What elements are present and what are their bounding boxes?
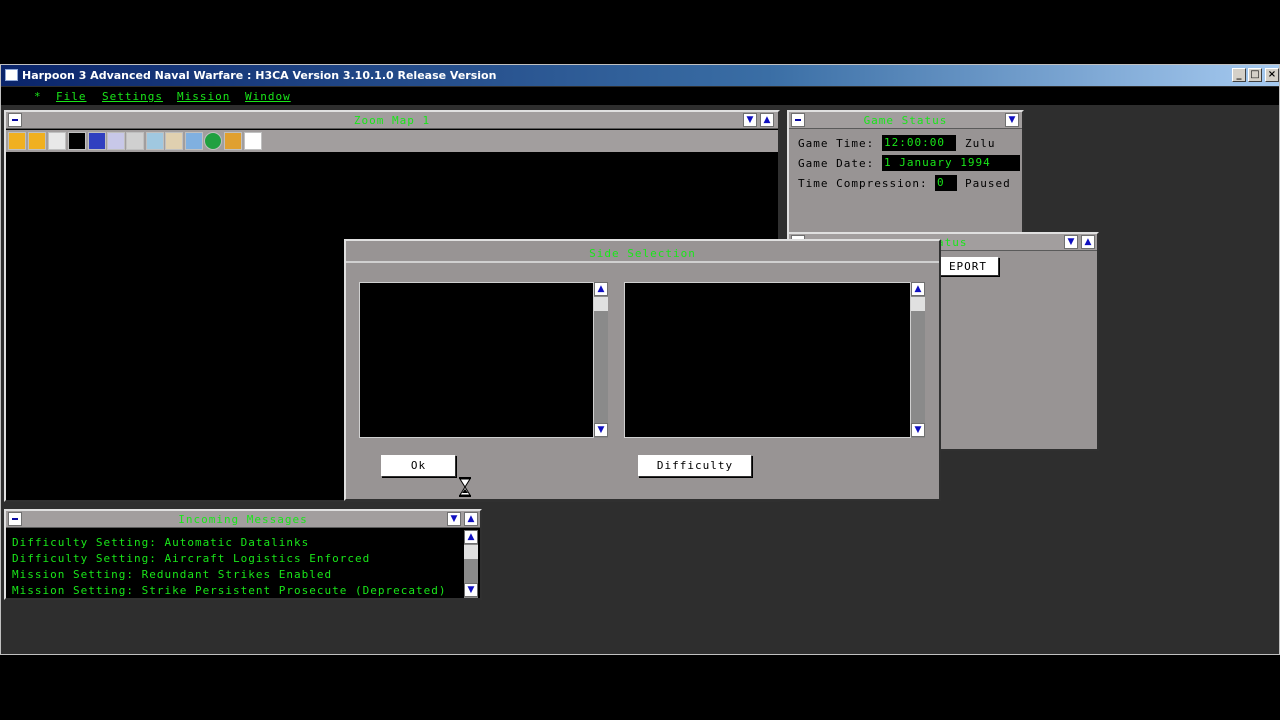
close-button[interactable]: ×	[1265, 68, 1279, 82]
zoom-fit-icon[interactable]	[48, 132, 66, 150]
menu-bar: * File Settings Mission Window	[1, 87, 1279, 105]
messages-maximize-icon[interactable]: ▲	[464, 512, 478, 526]
side-list-left-scroll-down[interactable]: ▼	[594, 423, 608, 437]
side-list-left[interactable]	[359, 282, 594, 438]
side-list-left-scroll-thumb[interactable]	[594, 297, 608, 311]
side-selection-title: Side Selection	[346, 244, 939, 263]
zoom-map-title: Zoom Map 1	[6, 112, 778, 129]
messages-scroll-up[interactable]: ▲	[464, 530, 478, 544]
menu-settings[interactable]: Settings	[102, 90, 163, 103]
game-date-label: Game Date:	[798, 157, 875, 170]
navigation-icon[interactable]	[244, 132, 262, 150]
zoom-map-system-icon[interactable]	[8, 113, 22, 127]
side-list-right[interactable]	[624, 282, 911, 438]
game-status-window: Game Status ▼ Game Time: 12:00:00 Zulu G…	[787, 110, 1024, 234]
message-line: Mission Setting: Strike Persistent Prose…	[12, 584, 447, 597]
game-status-title: Game Status	[789, 112, 1022, 129]
time-compression-state: Paused	[965, 177, 1011, 190]
game-time-label: Game Time:	[798, 137, 875, 150]
unit-status-maximize-icon[interactable]: ▲	[1081, 235, 1095, 249]
hourglass-cursor-icon	[458, 477, 472, 497]
message-line: Difficulty Setting: Aircraft Logistics E…	[12, 552, 371, 565]
menu-star[interactable]: *	[34, 90, 42, 103]
window-title: Harpoon 3 Advanced Naval Warfare : H3CA …	[22, 69, 497, 82]
messages-scroll-down[interactable]: ▼	[464, 583, 478, 597]
report-button[interactable]: EPORT	[937, 257, 999, 276]
difficulty-button[interactable]: Difficulty	[638, 455, 752, 477]
incoming-messages-window: Incoming Messages ▼ ▲ Difficulty Setting…	[4, 509, 482, 600]
grid-icon[interactable]	[88, 132, 106, 150]
messages-scroll-thumb[interactable]	[464, 545, 478, 559]
zoom-map-minimize-icon[interactable]: ▼	[743, 113, 757, 127]
time-compression-value: 0	[935, 175, 957, 191]
group-icon[interactable]	[126, 132, 144, 150]
message-line: Mission Setting: Redundant Strikes Enabl…	[12, 568, 333, 581]
game-time-zone: Zulu	[965, 137, 996, 150]
game-status-system-icon[interactable]	[791, 113, 805, 127]
app-window: Harpoon 3 Advanced Naval Warfare : H3CA …	[0, 64, 1280, 655]
game-time-value: 12:00:00	[882, 135, 956, 151]
unit-status-minimize-icon[interactable]: ▼	[1064, 235, 1078, 249]
title-bar[interactable]: Harpoon 3 Advanced Naval Warfare : H3CA …	[1, 65, 1279, 86]
minimize-button[interactable]: _	[1232, 68, 1246, 82]
zoom-in-icon[interactable]	[8, 132, 26, 150]
app-icon	[5, 69, 18, 81]
side-list-right-scroll-thumb[interactable]	[911, 297, 925, 311]
side-selection-dialog: Side Selection ▲ ▼ ▲ ▼ Ok Difficulty	[344, 239, 941, 501]
incoming-messages-title: Incoming Messages	[6, 511, 480, 528]
range-rings-icon[interactable]	[224, 132, 242, 150]
map-filter-icon[interactable]	[68, 132, 86, 150]
aircraft-icon[interactable]	[185, 132, 203, 150]
side-list-left-scroll-up[interactable]: ▲	[594, 282, 608, 296]
side-list-right-scroll-up[interactable]: ▲	[911, 282, 925, 296]
zoom-out-icon[interactable]	[28, 132, 46, 150]
messages-minimize-icon[interactable]: ▼	[447, 512, 461, 526]
waypoint-icon[interactable]	[165, 132, 183, 150]
game-status-minimize-icon[interactable]: ▼	[1005, 113, 1019, 127]
time-compression-label: Time Compression:	[798, 177, 928, 190]
maximize-button[interactable]: □	[1248, 68, 1262, 82]
menu-window[interactable]: Window	[245, 90, 291, 103]
target-icon[interactable]	[204, 132, 222, 150]
side-list-right-scroll-down[interactable]: ▼	[911, 423, 925, 437]
unit-edit-icon[interactable]	[107, 132, 125, 150]
message-line: Difficulty Setting: Automatic Datalinks	[12, 536, 310, 549]
menu-mission[interactable]: Mission	[177, 90, 230, 103]
formation-icon[interactable]	[146, 132, 164, 150]
menu-file[interactable]: File	[56, 90, 87, 103]
messages-system-icon[interactable]	[8, 512, 22, 526]
game-date-value: 1 January 1994	[882, 155, 1020, 171]
ok-button[interactable]: Ok	[381, 455, 456, 477]
zoom-map-maximize-icon[interactable]: ▲	[760, 113, 774, 127]
